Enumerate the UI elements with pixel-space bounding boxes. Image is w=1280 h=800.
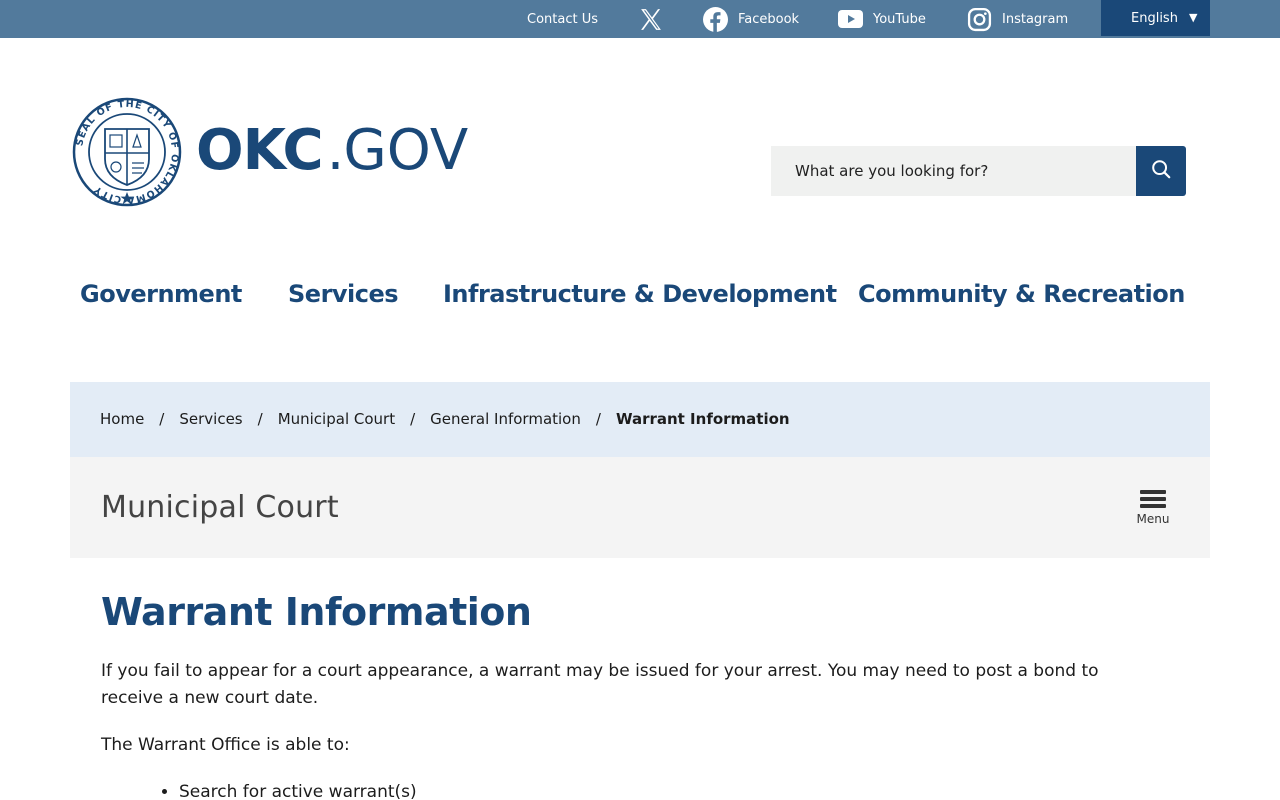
breadcrumb: Home / Services / Municipal Court / Gene…: [70, 382, 1210, 457]
language-label: English: [1131, 11, 1178, 26]
youtube-link[interactable]: YouTube: [838, 10, 926, 28]
instagram-label: Instagram: [1002, 11, 1069, 27]
top-utility-bar: Contact Us Facebook YouTube Instagram En…: [0, 0, 1280, 38]
breadcrumb-municipal-court[interactable]: Municipal Court: [278, 410, 395, 428]
nav-services[interactable]: Services: [288, 280, 399, 308]
nav-government[interactable]: Government: [80, 280, 242, 308]
breadcrumb-services[interactable]: Services: [179, 410, 242, 428]
breadcrumb-home[interactable]: Home: [100, 410, 144, 428]
breadcrumb-separator: /: [595, 410, 601, 428]
breadcrumb-separator: /: [159, 410, 165, 428]
hamburger-menu-icon: [1140, 490, 1166, 508]
intro-paragraph: If you fail to appear for a court appear…: [101, 661, 1099, 708]
search-button[interactable]: [1136, 146, 1186, 196]
youtube-icon: [838, 10, 863, 28]
city-seal-icon[interactable]: SEAL OF THE CITY OF OKLAHOMA CITY: [72, 97, 182, 207]
youtube-label: YouTube: [873, 11, 926, 27]
search-icon: [1150, 158, 1172, 184]
facebook-icon: [703, 6, 728, 32]
list-item: Search for active warrant(s): [179, 779, 1161, 800]
page-content: Warrant Information If you fail to appea…: [101, 590, 1161, 800]
logo-gov: GOV: [343, 118, 469, 183]
section-header: Municipal Court Menu: [70, 457, 1210, 558]
chevron-down-icon: ▼: [1189, 11, 1198, 24]
x-twitter-icon[interactable]: [638, 7, 663, 32]
facebook-label: Facebook: [738, 11, 800, 27]
breadcrumb-separator: /: [410, 410, 416, 428]
breadcrumb-current-page: Warrant Information: [615, 410, 790, 428]
nav-infrastructure-development[interactable]: Infrastructure & Development: [443, 280, 837, 308]
menu-label: Menu: [1136, 512, 1170, 526]
section-menu-button[interactable]: Menu: [1134, 490, 1172, 532]
warrant-office-intro: The Warrant Office is able to:: [101, 735, 350, 755]
logo-dot: .: [326, 118, 345, 183]
contact-us-link[interactable]: Contact Us: [527, 12, 598, 27]
okc-gov-logo[interactable]: OKC . GOV: [196, 118, 468, 188]
language-selector[interactable]: English ▼: [1101, 0, 1210, 36]
logo-okc: OKC: [196, 118, 324, 183]
instagram-link[interactable]: Instagram: [967, 7, 1068, 32]
breadcrumb-separator: /: [257, 410, 263, 428]
site-search: [771, 146, 1186, 196]
page-title: Warrant Information: [101, 590, 532, 634]
search-input[interactable]: [771, 146, 1137, 196]
breadcrumb-general-information[interactable]: General Information: [430, 410, 581, 428]
instagram-icon: [967, 7, 992, 32]
warrant-office-list: Search for active warrant(s): [179, 779, 1161, 800]
nav-community-recreation[interactable]: Community & Recreation: [858, 280, 1185, 308]
facebook-link[interactable]: Facebook: [703, 6, 800, 32]
section-title: Municipal Court: [101, 490, 339, 525]
